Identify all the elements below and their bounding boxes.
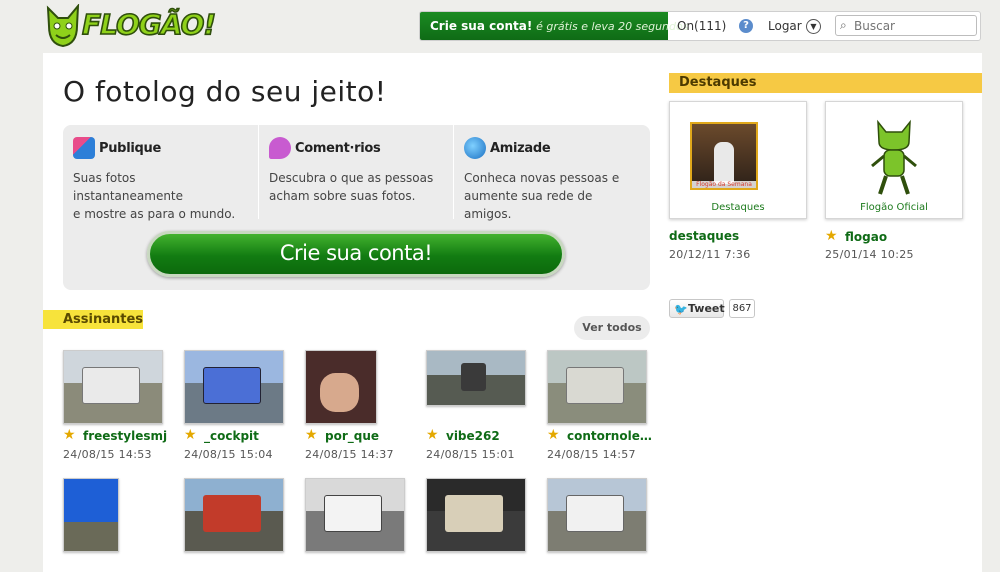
cat-mascot-icon — [871, 119, 917, 195]
signup-big-button[interactable]: Crie sua conta! — [147, 231, 565, 277]
signup-top-sub: é grátis e leva 20 segundos — [536, 20, 689, 33]
search-box: ⌕ — [835, 15, 977, 36]
thumb-photo[interactable] — [547, 350, 647, 424]
subscriber-date: 24/08/15 15:04 — [184, 448, 273, 461]
thumb-photo[interactable] — [305, 350, 377, 424]
subscriber-name: vibe262 — [446, 429, 500, 443]
tweet-count: 867 — [729, 299, 755, 318]
destaque-card[interactable]: Flogão da Semana Destaques — [669, 101, 807, 219]
assinantes-label: Assinantes — [43, 310, 143, 329]
subscriber-name: por_que — [325, 429, 380, 443]
feature-desc-line: acham sobre suas fotos. — [269, 189, 416, 203]
destaque-date: 20/12/11 7:36 — [669, 248, 751, 261]
thumb-photo[interactable] — [426, 350, 526, 406]
feature-amizade: Amizade Conheca novas pessoas e aumente … — [453, 125, 648, 221]
destaque-name: flogao — [845, 230, 888, 244]
thumb-photo[interactable] — [184, 478, 284, 552]
feature-desc: Descubra o que as pessoas acham sobre su… — [269, 169, 443, 205]
feature-title: Coment·rios — [295, 141, 381, 156]
feature-desc-line: Descubra o que as pessoas — [269, 171, 434, 185]
feature-title: Publique — [99, 141, 161, 156]
feature-title: Amizade — [490, 141, 551, 156]
destaque-caption: Destaques — [711, 202, 765, 213]
thumb-photo[interactable] — [184, 350, 284, 424]
subscriber-name: freestylesmj — [83, 429, 168, 443]
search-icon: ⌕ — [840, 18, 847, 32]
subscriber-name: contornole… — [567, 429, 652, 443]
destaque-photo: Flogão da Semana — [690, 122, 758, 190]
page-headline: O fotolog do seu jeito! — [63, 75, 387, 108]
feature-comentarios: Coment·rios Descubra o que as pessoas ac… — [258, 125, 453, 219]
star-icon: ★ — [426, 427, 439, 443]
destaque-caption: Flogão Oficial — [860, 202, 928, 213]
feature-desc-line: aumente sua rede de amigos. — [464, 189, 593, 221]
destaque-date: 25/01/14 10:25 — [825, 248, 914, 261]
feature-desc-line: Conheca novas pessoas e — [464, 171, 620, 185]
subscriber-date: 24/08/15 14:37 — [305, 448, 394, 461]
signup-top-button[interactable]: Crie sua conta! é grátis e leva 20 segun… — [420, 12, 688, 40]
star-icon: ★ — [184, 427, 197, 443]
publish-icon — [73, 137, 95, 159]
star-icon: ★ — [305, 427, 318, 443]
friends-icon — [464, 137, 486, 159]
help-icon[interactable]: ? — [739, 19, 753, 33]
search-input[interactable] — [854, 18, 972, 33]
tweet-label: Tweet — [688, 302, 725, 315]
subscriber-name: _cockpit — [204, 429, 259, 443]
thumb-photo[interactable] — [63, 478, 119, 552]
cat-logo-icon — [46, 4, 80, 48]
chevron-down-icon[interactable]: ▼ — [806, 19, 821, 34]
feature-desc: Suas fotos instantaneamente e mostre as … — [73, 169, 248, 223]
feature-desc: Conheca novas pessoas e aumente sua rede… — [464, 169, 638, 223]
feature-desc-line: Suas fotos instantaneamente — [73, 171, 184, 203]
destaque-name[interactable]: destaques — [669, 229, 739, 243]
comments-icon — [269, 137, 291, 159]
thumb-photo[interactable] — [305, 478, 405, 552]
brand-wordmark: FLOGÃO! — [81, 7, 217, 42]
subscriber-date: 24/08/15 15:01 — [426, 448, 515, 461]
top-navigation: Crie sua conta! é grátis e leva 20 segun… — [419, 11, 981, 41]
feature-desc-line: e mostre as para o mundo. — [73, 207, 236, 221]
destaque-card[interactable]: Flogão Oficial — [825, 101, 963, 219]
destaques-label: Destaques — [669, 73, 982, 93]
see-all-button[interactable]: Ver todos — [574, 316, 650, 340]
login-link[interactable]: Logar — [768, 12, 802, 40]
star-icon: ★ — [825, 228, 838, 244]
online-count[interactable]: On(111) — [677, 12, 726, 40]
main-card: O fotolog do seu jeito! Publique Suas fo… — [43, 53, 982, 572]
destaque-badge: Flogão da Semana — [692, 181, 756, 188]
flogao-logo[interactable]: FLOGÃO! — [44, 4, 217, 50]
star-icon: ★ — [63, 427, 76, 443]
thumb-photo[interactable] — [547, 478, 647, 552]
star-icon: ★ — [547, 427, 560, 443]
twitter-bird-icon: 🐦 — [674, 303, 688, 316]
feature-publique: Publique Suas fotos instantaneamente e m… — [63, 125, 258, 221]
thumb-photo[interactable] — [426, 478, 526, 552]
subscriber-date: 24/08/15 14:57 — [547, 448, 636, 461]
subscriber-date: 24/08/15 14:53 — [63, 448, 152, 461]
thumb-photo[interactable] — [63, 350, 163, 424]
features-panel: Publique Suas fotos instantaneamente e m… — [63, 125, 650, 290]
signup-top-label: Crie sua conta! — [430, 19, 533, 33]
tweet-button[interactable]: 🐦 Tweet — [669, 299, 725, 318]
